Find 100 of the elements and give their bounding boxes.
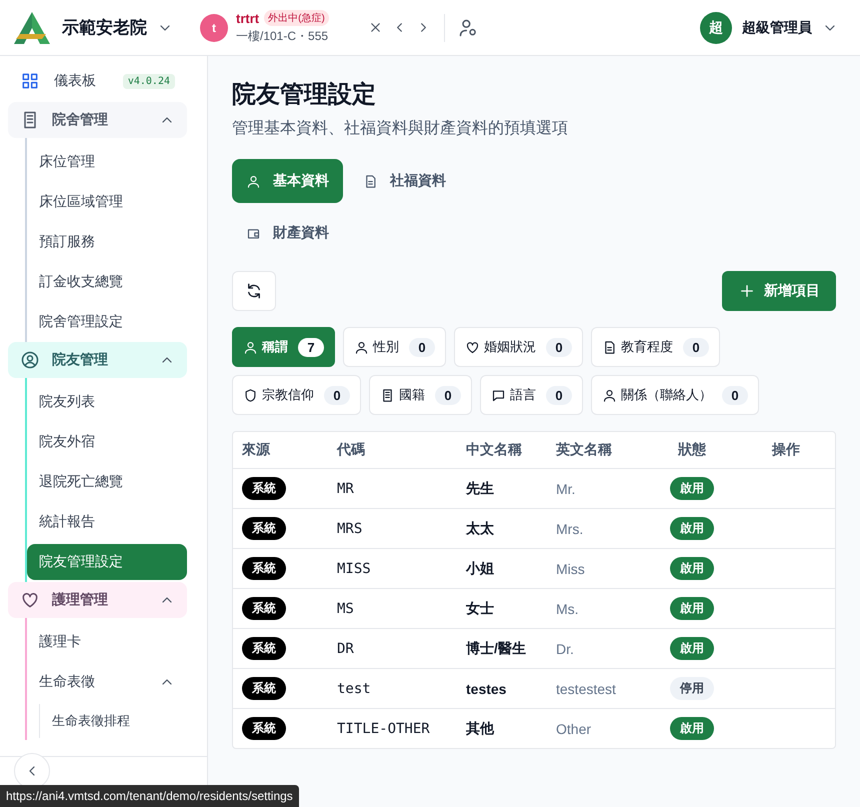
count-badge: 7 (298, 338, 324, 356)
user-avatar: 超 (700, 12, 732, 44)
table-cell: MRS (337, 520, 362, 536)
table-cell: 先生 (466, 480, 494, 498)
status-badge: 啟用 (670, 717, 714, 740)
category-chip[interactable]: 婚姻狀況 0 (454, 327, 583, 367)
person-icon (354, 340, 369, 354)
category-chip[interactable]: 國籍 0 (369, 375, 472, 415)
table-cell: Ms. (556, 600, 579, 616)
count-badge: 0 (722, 386, 748, 404)
menu-item[interactable]: 退院死亡總覽 (27, 464, 187, 500)
source-badge: 系統 (242, 477, 286, 500)
tab[interactable]: 財產資料 (232, 211, 343, 255)
status-badge: 啟用 (670, 477, 714, 500)
table-cell: MS (337, 600, 354, 616)
table-cell: 其他 (466, 720, 494, 738)
count-badge: 0 (546, 338, 572, 356)
status-url-tooltip: https://ani4.vmtsd.com/tenant/demo/residents/settings (0, 785, 299, 807)
menu-item[interactable]: 生命表徵 (27, 664, 187, 700)
count-badge: 0 (435, 386, 461, 404)
menu-item[interactable]: 護理卡 (27, 624, 187, 660)
status-badge: 啟用 (670, 637, 714, 660)
category-chip[interactable]: 關係（聯絡人） 0 (591, 375, 759, 415)
close-icon[interactable] (368, 20, 383, 35)
resident-location: 一樓/101-C・555 (236, 28, 329, 45)
resident-name: trtrt (236, 10, 260, 26)
count-badge: 0 (409, 338, 435, 356)
category-chip[interactable]: 教育程度 0 (591, 327, 720, 367)
menu-item[interactable]: 生命表徵排程 (40, 704, 187, 738)
table-cell: Mr. (556, 480, 576, 496)
table-cell: testes (466, 680, 506, 696)
column-header: 來源 (241, 441, 272, 459)
status-badge: 啟用 (670, 597, 714, 620)
status-badge: 啟用 (670, 517, 714, 540)
menu-item[interactable]: 院舍管理設定 (27, 304, 187, 340)
version-badge: v4.0.24 (122, 74, 175, 88)
page-title: 院友管理設定 (232, 80, 377, 110)
source-badge: 系統 (242, 517, 286, 540)
menu-group[interactable]: 護理管理 (8, 582, 187, 618)
tab[interactable]: 基本資料 (232, 159, 343, 203)
menu-item[interactable]: 院友外宿 (27, 424, 187, 460)
column-header: 英文名稱 (554, 441, 613, 459)
user-name[interactable]: 超級管理員 (742, 18, 812, 36)
tab[interactable]: 社福資料 (349, 159, 460, 203)
status-badge: 啟用 (670, 557, 714, 580)
dashboard-link[interactable]: 儀表板 (54, 72, 96, 90)
category-chip[interactable]: 稱謂 7 (232, 327, 335, 367)
refresh-button[interactable] (232, 271, 276, 311)
plus-icon (738, 282, 756, 300)
status-badge: 外出中(急症) (264, 10, 329, 26)
source-badge: 系統 (242, 637, 286, 660)
building-icon (380, 388, 395, 402)
table-cell: 小姐 (466, 560, 494, 578)
table-cell: TITLE-OTHER (337, 720, 430, 736)
organization-name: 示範安老院 (62, 17, 147, 39)
source-badge: 系統 (242, 557, 286, 580)
person-icon (243, 340, 258, 354)
person-icon (246, 174, 261, 188)
menu-item[interactable]: 統計報告 (27, 504, 187, 540)
column-header: 中文名稱 (465, 441, 523, 459)
count-badge: 0 (683, 338, 709, 356)
menu-item[interactable]: 床位管理 (27, 144, 187, 180)
category-chip[interactable]: 宗教信仰 0 (232, 375, 361, 415)
table-cell: testestest (556, 680, 616, 696)
table-cell: 博士/醫生 (466, 640, 526, 658)
refresh-icon (245, 282, 263, 300)
grid-icon (20, 71, 40, 91)
source-badge: 系統 (242, 717, 286, 740)
source-badge: 系統 (242, 597, 286, 620)
table-cell: MR (337, 480, 354, 496)
count-badge: 0 (546, 386, 572, 404)
chat-bubble-icon (491, 388, 506, 402)
heart-icon (465, 340, 480, 354)
category-chip[interactable]: 性別 0 (343, 327, 446, 367)
resident-avatar: t (200, 14, 228, 42)
menu-item[interactable]: 院友列表 (27, 384, 187, 420)
shield-icon (243, 388, 258, 402)
status-badge: 停用 (670, 677, 714, 700)
menu-group[interactable]: 院友管理 (8, 342, 187, 378)
table-cell: Miss (556, 560, 585, 576)
document-icon (363, 174, 378, 188)
menu-item[interactable]: 預訂服務 (27, 224, 187, 260)
category-chip[interactable]: 語言 0 (480, 375, 583, 415)
table-cell: 太太 (466, 520, 494, 538)
column-header: 操作 (770, 441, 801, 459)
menu-item[interactable]: 訂金收支總覽 (27, 264, 187, 300)
user-settings-icon[interactable] (458, 18, 478, 38)
table-cell: MISS (337, 560, 371, 576)
document-icon (602, 340, 617, 354)
menu-item[interactable]: 床位區域管理 (27, 184, 187, 220)
table-cell: Dr. (556, 640, 574, 656)
menu-group[interactable]: 院舍管理 (8, 102, 187, 138)
column-header: 狀態 (676, 441, 707, 459)
count-badge: 0 (324, 386, 350, 404)
add-item-button[interactable]: 新增項目 (722, 271, 836, 311)
table-cell: Other (556, 720, 592, 736)
source-badge: 系統 (242, 677, 286, 700)
menu-item[interactable]: 院友管理設定 (27, 544, 187, 580)
logo-icon (12, 10, 52, 46)
person-icon (602, 388, 617, 402)
